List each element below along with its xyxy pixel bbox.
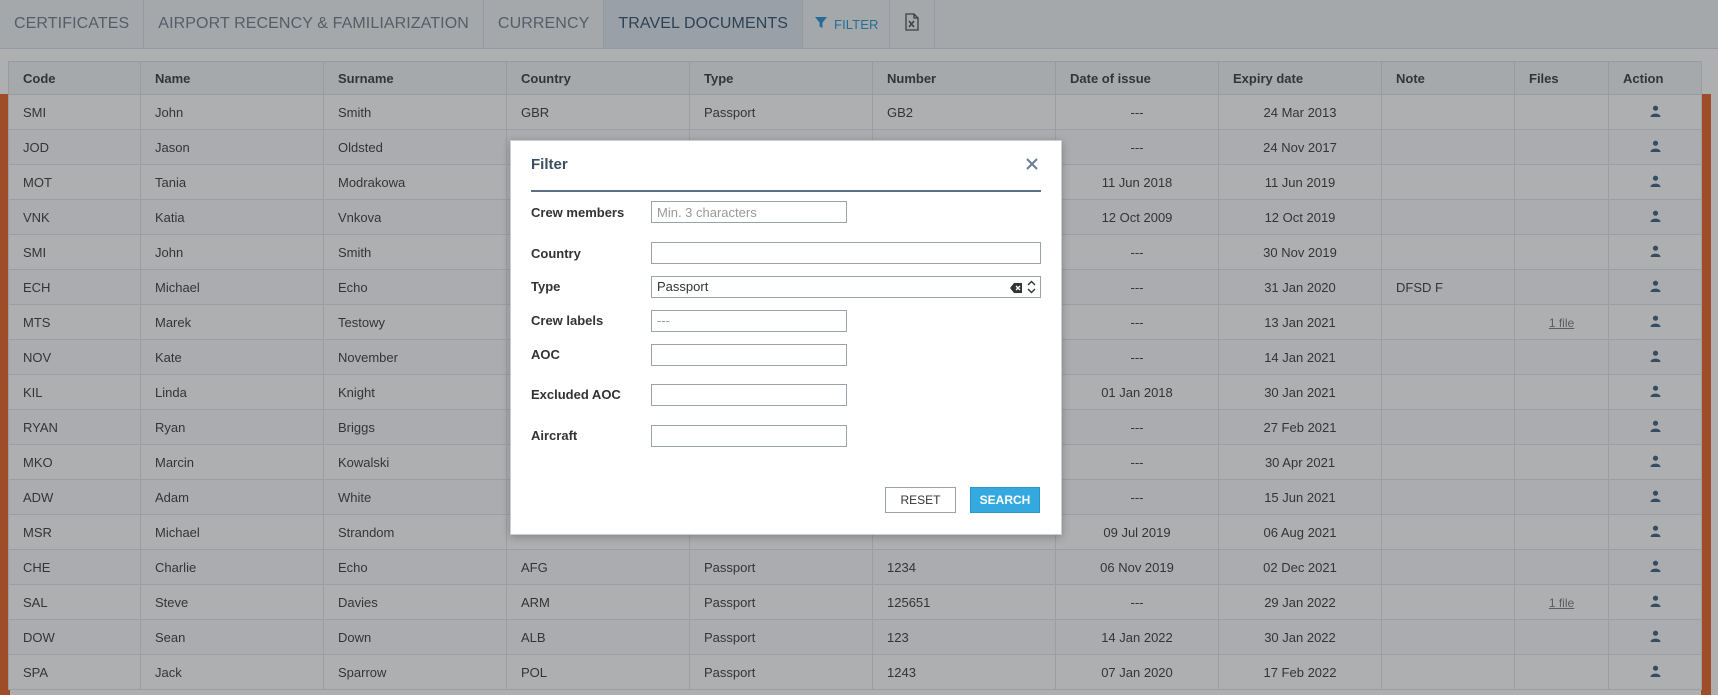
type-label: Type: [531, 279, 561, 294]
type-select-controls: [1010, 280, 1036, 300]
filter-dialog: Filter Crew members Country Type Passpor…: [510, 140, 1062, 535]
country-label: Country: [531, 246, 581, 261]
close-button[interactable]: [1023, 155, 1041, 173]
crew-members-label: Crew members: [531, 205, 625, 220]
type-select-value: Passport: [657, 279, 709, 294]
clear-icon[interactable]: [1010, 280, 1023, 300]
crew-labels-label: Crew labels: [531, 313, 604, 328]
crew-labels-select[interactable]: ---: [651, 310, 847, 332]
crew-members-input[interactable]: [651, 201, 847, 223]
excluded-aoc-label: Excluded AOC: [531, 387, 621, 402]
aircraft-label: Aircraft: [531, 428, 578, 443]
sort-arrows-icon[interactable]: [1027, 280, 1036, 300]
aoc-input[interactable]: [651, 344, 847, 366]
dialog-header: Filter: [531, 141, 1041, 192]
reset-button[interactable]: RESET: [885, 487, 956, 513]
dialog-title: Filter: [531, 156, 568, 173]
type-select[interactable]: Passport: [651, 276, 1041, 298]
search-button[interactable]: SEARCH: [970, 487, 1040, 513]
aircraft-input[interactable]: [651, 425, 847, 447]
country-input[interactable]: [651, 242, 1041, 264]
aoc-label: AOC: [531, 347, 560, 362]
excluded-aoc-input[interactable]: [651, 384, 847, 406]
close-icon: [1023, 158, 1041, 176]
